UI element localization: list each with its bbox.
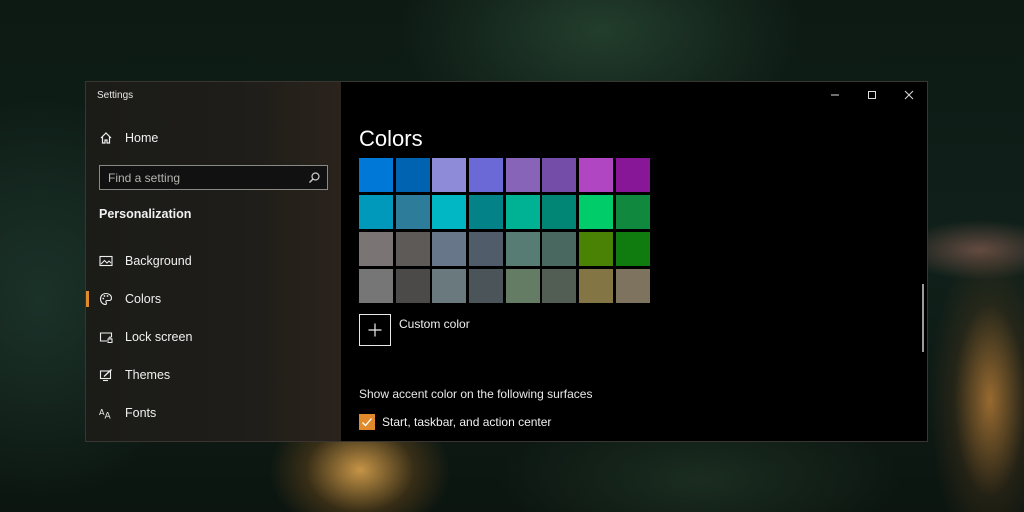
color-swatch[interactable] xyxy=(432,195,467,229)
home-icon xyxy=(99,131,113,145)
plus-icon xyxy=(368,323,382,337)
color-swatch[interactable] xyxy=(505,269,540,303)
color-swatch[interactable] xyxy=(469,232,504,266)
color-swatch[interactable] xyxy=(615,195,650,229)
maximize-icon xyxy=(867,91,876,99)
nav-home-label: Home xyxy=(125,131,159,145)
page-title: Colors xyxy=(359,126,423,151)
sidebar-item-colors[interactable]: Colors xyxy=(86,280,341,318)
lock-screen-icon xyxy=(99,330,113,344)
search-box[interactable] xyxy=(99,165,328,190)
color-swatch[interactable] xyxy=(469,269,504,303)
nav-list: Background Colors Lock screen Themes A A… xyxy=(86,242,341,432)
svg-text:A: A xyxy=(105,412,112,421)
color-swatch[interactable] xyxy=(395,269,430,303)
plus-box xyxy=(359,314,391,346)
color-swatch[interactable] xyxy=(359,232,393,266)
maximize-button[interactable] xyxy=(853,82,890,108)
minimize-icon xyxy=(830,94,839,96)
color-swatch[interactable] xyxy=(505,232,540,266)
sidebar-item-background[interactable]: Background xyxy=(86,242,341,280)
sidebar: Settings Home Personalization Background xyxy=(86,82,341,441)
color-swatch[interactable] xyxy=(469,158,504,192)
custom-color-button[interactable]: Custom color xyxy=(359,314,470,346)
main-content: Colors Custom color Show accent color on… xyxy=(341,82,927,441)
custom-color-label: Custom color xyxy=(399,317,470,331)
surfaces-label: Show accent color on the following surfa… xyxy=(359,387,593,401)
close-icon xyxy=(904,90,913,100)
color-swatch[interactable] xyxy=(395,158,430,192)
window-controls xyxy=(816,82,927,108)
color-swatch[interactable] xyxy=(432,269,467,303)
palette-icon xyxy=(99,292,113,306)
window-title: Settings xyxy=(97,90,134,101)
color-swatch[interactable] xyxy=(359,195,393,229)
sidebar-item-lock-screen[interactable]: Lock screen xyxy=(86,318,341,356)
color-swatch[interactable] xyxy=(579,232,614,266)
color-swatch[interactable] xyxy=(359,269,393,303)
color-swatch[interactable] xyxy=(432,158,467,192)
color-swatch[interactable] xyxy=(432,232,467,266)
minimize-button[interactable] xyxy=(816,82,853,108)
start-taskbar-checkbox[interactable] xyxy=(359,414,375,430)
sidebar-item-label: Background xyxy=(125,254,192,268)
color-swatch[interactable] xyxy=(395,232,430,266)
start-taskbar-checkbox-row[interactable]: Start, taskbar, and action center xyxy=(359,414,551,430)
color-swatch[interactable] xyxy=(395,195,430,229)
search-input[interactable] xyxy=(108,170,298,185)
sidebar-item-label: Colors xyxy=(125,292,162,306)
color-swatch[interactable] xyxy=(542,269,577,303)
checkbox-label: Start, taskbar, and action center xyxy=(382,415,552,429)
color-swatch[interactable] xyxy=(542,195,577,229)
accent-color-grid xyxy=(359,158,650,303)
picture-icon xyxy=(99,254,113,268)
color-swatch[interactable] xyxy=(579,158,614,192)
search-icon[interactable] xyxy=(307,171,321,185)
sidebar-item-label: Fonts xyxy=(125,406,157,420)
color-swatch[interactable] xyxy=(579,269,614,303)
section-heading: Personalization xyxy=(99,207,192,221)
color-swatch[interactable] xyxy=(579,195,614,229)
sidebar-item-label: Lock screen xyxy=(125,330,193,344)
color-swatch[interactable] xyxy=(505,195,540,229)
settings-window: Settings Home Personalization Background xyxy=(85,81,928,442)
nav-home[interactable]: Home xyxy=(99,131,158,145)
color-swatch[interactable] xyxy=(542,232,577,266)
color-swatch[interactable] xyxy=(505,158,540,192)
color-swatch[interactable] xyxy=(542,158,577,192)
close-button[interactable] xyxy=(890,82,927,108)
fonts-icon: AA xyxy=(99,406,113,420)
color-swatch[interactable] xyxy=(359,158,393,192)
color-swatch[interactable] xyxy=(615,158,650,192)
color-swatch[interactable] xyxy=(615,269,650,303)
sidebar-item-themes[interactable]: Themes xyxy=(86,356,341,394)
sidebar-item-fonts[interactable]: AA Fonts xyxy=(86,394,341,432)
color-swatch[interactable] xyxy=(615,232,650,266)
color-swatch[interactable] xyxy=(469,195,504,229)
sidebar-item-label: Themes xyxy=(125,368,171,382)
checkmark-icon xyxy=(362,418,372,427)
themes-icon xyxy=(99,368,113,382)
scrollbar-thumb[interactable] xyxy=(922,284,924,352)
